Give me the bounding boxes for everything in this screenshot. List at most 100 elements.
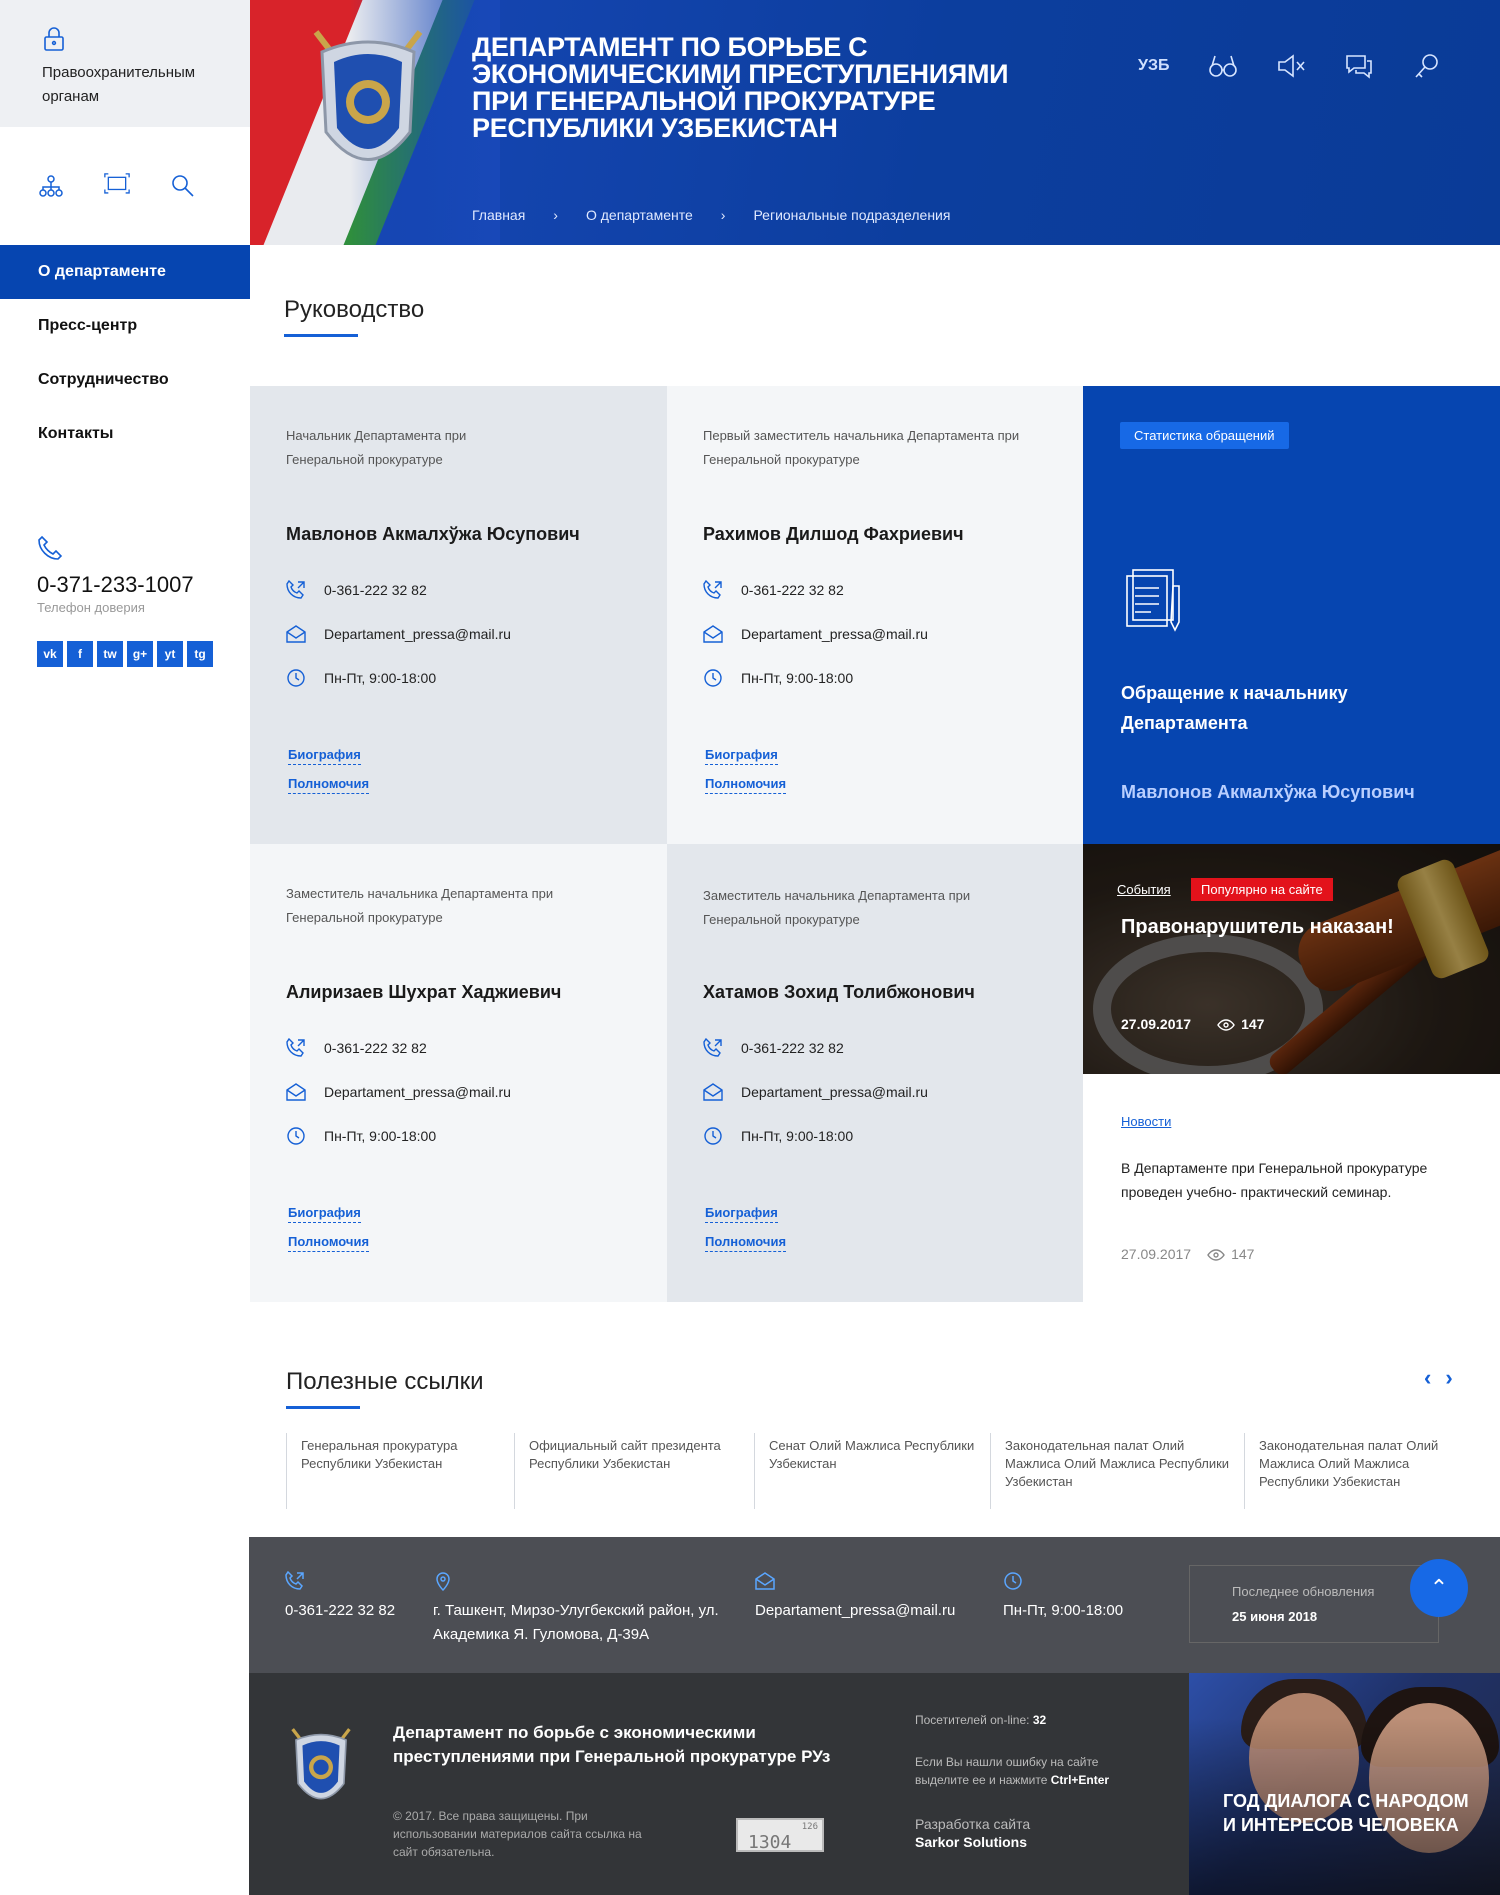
- leader-name: Алиризаев Шухрат Хаджиевич: [286, 982, 562, 1002]
- google-plus-icon[interactable]: g+: [127, 641, 153, 667]
- news-text[interactable]: В Департаменте при Генеральной прокурату…: [1121, 1156, 1461, 1204]
- mail-icon: [755, 1572, 775, 1590]
- leader-phone[interactable]: 0-361-222 32 82: [286, 1026, 511, 1070]
- sidebar-item-press[interactable]: Пресс-центр: [0, 299, 250, 353]
- useful-links-list: Генеральная прокуратура Республики Узбек…: [286, 1433, 1480, 1509]
- useful-link-item[interactable]: Законодательная палат Олий Мажлиса Олий …: [990, 1433, 1244, 1509]
- useful-link-item[interactable]: Генеральная прокуратура Республики Узбек…: [286, 1433, 514, 1509]
- news-headline[interactable]: Правонарушитель наказан!: [1121, 916, 1394, 939]
- key-search-icon[interactable]: [1412, 52, 1442, 80]
- useful-links-title: Полезные ссылки: [286, 1368, 484, 1395]
- social-links: vk f tw g+ yt tg: [37, 641, 213, 667]
- leader-phone[interactable]: 0-361-222 32 82: [286, 568, 511, 612]
- statistics-badge[interactable]: Статистика обращений: [1120, 422, 1289, 449]
- footer-phone[interactable]: 0-361-222 32 82: [285, 1571, 395, 1623]
- chat-icon[interactable]: [1344, 52, 1374, 80]
- hotline: 0-371-233-1007 Телефон доверия vk f tw g…: [37, 535, 213, 667]
- last-update-box: Последнее обновления 25 июня 2018: [1189, 1565, 1439, 1643]
- chevron-up-icon: ⌃: [1429, 1575, 1449, 1600]
- leader-phone[interactable]: 0-361-222 32 82: [703, 568, 928, 612]
- clock-icon: [704, 669, 722, 687]
- document-icon: [1126, 569, 1180, 632]
- leader-phone[interactable]: 0-361-222 32 82: [703, 1026, 928, 1070]
- popular-badge: Популярно на сайте: [1191, 878, 1333, 901]
- footer-hours: Пн-Пт, 9:00-18:00: [1003, 1571, 1123, 1623]
- banner-overlay: [1189, 1673, 1500, 1895]
- breadcrumb-about[interactable]: О департаменте: [586, 207, 693, 223]
- last-update-date: 25 июня 2018: [1232, 1609, 1318, 1624]
- biography-link[interactable]: Биография: [288, 1204, 361, 1223]
- leadership-heading: Руководство: [284, 296, 424, 337]
- leader-position: Заместитель начальника Департамента при …: [286, 886, 554, 925]
- heading-underline: [286, 1406, 360, 1409]
- chevron-left-icon[interactable]: ‹: [1424, 1365, 1431, 1391]
- appeal-card[interactable]: Статистика обращений Обращение к начальн…: [1083, 386, 1500, 844]
- powers-link[interactable]: Полномочия: [288, 1233, 370, 1252]
- law-enforcement-link[interactable]: Правоохранительным органам: [0, 0, 250, 127]
- leader-email[interactable]: Departament_pressa@mail.ru: [286, 612, 511, 656]
- leader-position: Первый заместитель начальника Департамен…: [703, 428, 1020, 467]
- lock-icon: [44, 27, 64, 51]
- law-enforcement-label: Правоохранительным органам: [42, 64, 196, 105]
- useful-links-heading: Полезные ссылки: [286, 1368, 484, 1409]
- developer-credit[interactable]: Разработка сайта Sarkor Solutions: [915, 1815, 1030, 1851]
- biography-link[interactable]: Биография: [705, 746, 778, 765]
- vk-icon[interactable]: vk: [37, 641, 63, 667]
- phone-icon: [286, 580, 305, 599]
- department-emblem-icon[interactable]: [302, 22, 434, 192]
- hotline-label: Телефон доверия: [37, 600, 145, 615]
- last-update-label: Последнее обновления: [1232, 1584, 1375, 1599]
- chevron-right-icon[interactable]: ›: [1445, 1365, 1452, 1391]
- leader-card: Заместитель начальника Департамента при …: [250, 844, 667, 1302]
- powers-link[interactable]: Полномочия: [288, 775, 370, 794]
- biography-link[interactable]: Биография: [705, 1204, 778, 1223]
- footer-email[interactable]: Departament_pressa@mail.ru: [755, 1571, 955, 1623]
- glasses-icon[interactable]: [1208, 52, 1238, 80]
- scroll-to-top-button[interactable]: ⌃: [1410, 1559, 1468, 1617]
- useful-link-item[interactable]: Законодательная палат Олий Мажлиса Олий …: [1244, 1433, 1480, 1509]
- eye-icon: [1217, 1019, 1235, 1031]
- counter-small-value: 126: [801, 1822, 818, 1832]
- counter-value: 1304: [748, 1832, 792, 1853]
- powers-link[interactable]: Полномочия: [705, 1233, 787, 1252]
- hotline-number[interactable]: 0-371-233-1007: [37, 572, 213, 598]
- mail-icon: [286, 1083, 306, 1101]
- telegram-icon[interactable]: tg: [187, 641, 213, 667]
- heading-underline: [284, 334, 358, 337]
- fullscreen-icon[interactable]: [104, 173, 130, 199]
- phone-icon: [286, 1038, 305, 1057]
- search-icon[interactable]: [170, 173, 196, 199]
- news-category-link[interactable]: События: [1117, 882, 1171, 897]
- sitemap-icon[interactable]: [38, 173, 64, 199]
- sidebar-item-contacts[interactable]: Контакты: [0, 407, 250, 461]
- online-visitors: Посетителей on-line: 32: [915, 1713, 1047, 1727]
- leader-name: Рахимов Дилшод Фахриевич: [703, 524, 964, 544]
- useful-link-item[interactable]: Официальный сайт президента Республики У…: [514, 1433, 754, 1509]
- powers-link[interactable]: Полномочия: [705, 775, 787, 794]
- sidebar-item-cooperation[interactable]: Сотрудничество: [0, 353, 250, 407]
- footer-bottom: Департамент по борьбе с экономическими п…: [249, 1673, 1500, 1895]
- sidebar-item-about[interactable]: О департаменте: [0, 245, 250, 299]
- twitter-icon[interactable]: tw: [97, 641, 123, 667]
- youtube-icon[interactable]: yt: [157, 641, 183, 667]
- breadcrumb-home[interactable]: Главная: [472, 207, 525, 223]
- leader-email[interactable]: Departament_pressa@mail.ru: [286, 1070, 511, 1114]
- biography-link[interactable]: Биография: [288, 746, 361, 765]
- news-category-link[interactable]: Новости: [1121, 1114, 1171, 1129]
- dialogue-year-banner[interactable]: Год диалога с народом и интересов челове…: [1189, 1673, 1500, 1895]
- featured-news[interactable]: События Популярно на сайте Правонарушите…: [1083, 844, 1500, 1074]
- department-emblem-icon[interactable]: [285, 1723, 357, 1817]
- leader-card: Первый заместитель начальника Департамен…: [667, 386, 1084, 844]
- news-meta: 27.09.2017 147: [1121, 1016, 1264, 1032]
- visit-counter[interactable]: 1304 126: [736, 1818, 824, 1853]
- facebook-icon[interactable]: f: [67, 641, 93, 667]
- useful-link-item[interactable]: Сенат Олий Мажлиса Республики Узбекистан: [754, 1433, 990, 1509]
- leader-hours: Пн-Пт, 9:00-18:00: [286, 1114, 511, 1158]
- leader-email[interactable]: Departament_pressa@mail.ru: [703, 1070, 928, 1114]
- mute-icon[interactable]: [1276, 52, 1306, 80]
- leader-email[interactable]: Departament_pressa@mail.ru: [703, 612, 928, 656]
- language-switch[interactable]: УЗБ: [1138, 57, 1170, 75]
- news-item[interactable]: Новости В Департаменте при Генеральной п…: [1083, 1074, 1500, 1302]
- news-views: 147: [1207, 1246, 1254, 1262]
- leader-name: Хатамов Зохид Толибжонович: [703, 982, 975, 1002]
